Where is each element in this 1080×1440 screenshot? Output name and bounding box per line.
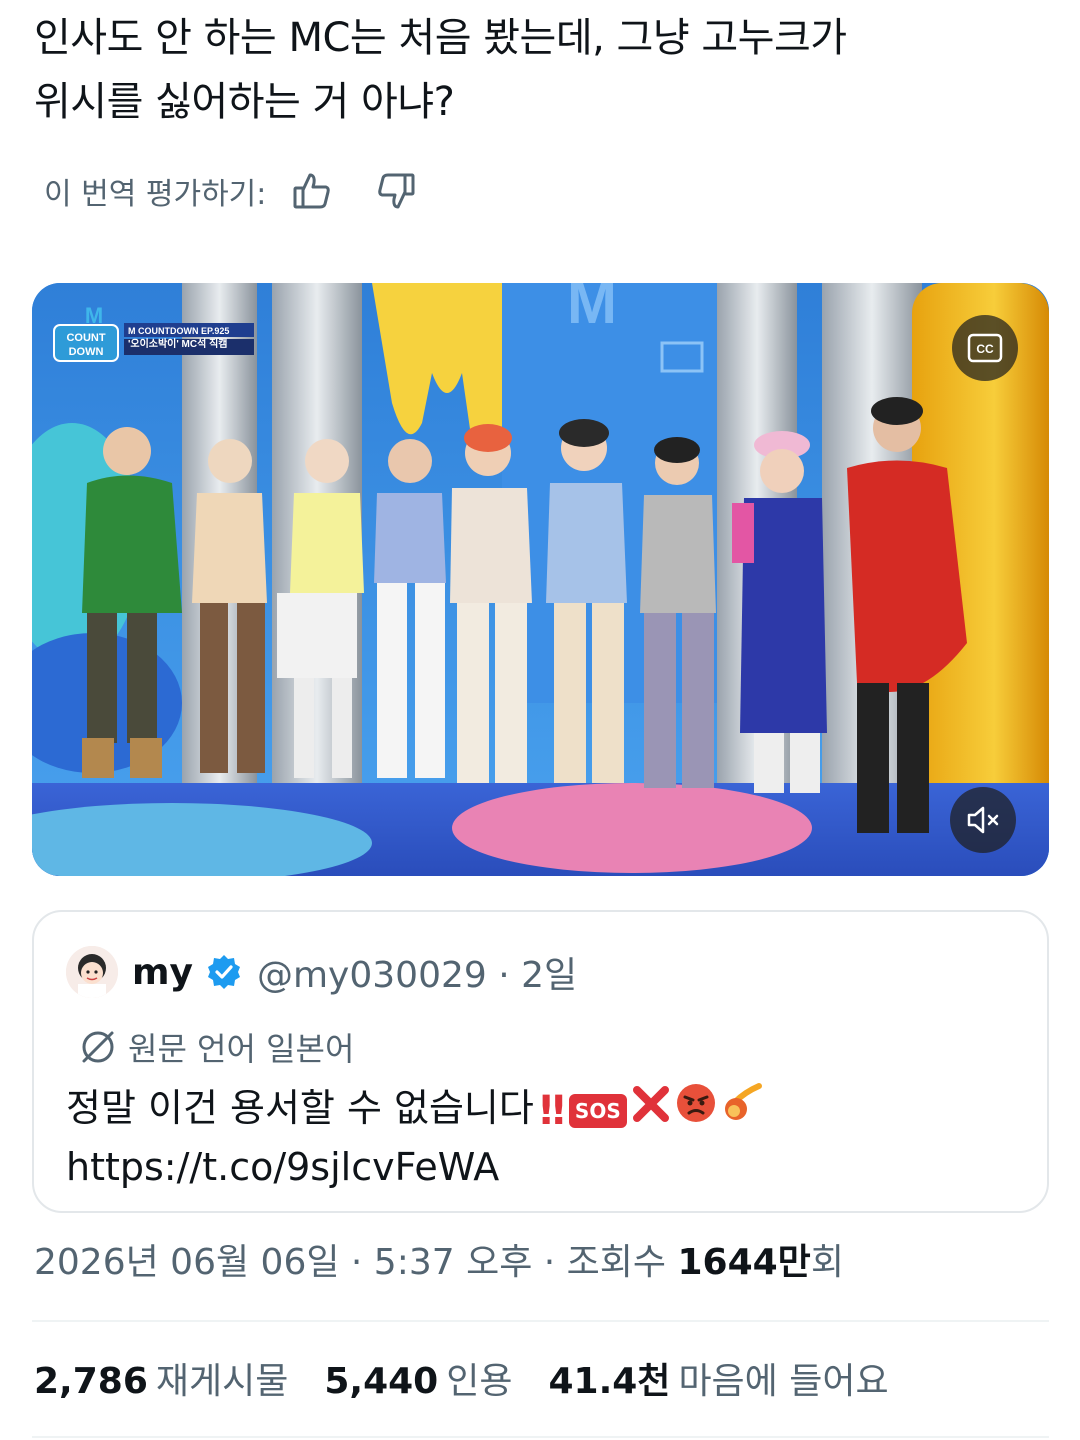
captions-button[interactable]: CC [952,315,1018,381]
quoted-handle-time: @my030029 · 2일 [256,955,578,996]
svg-text:COUNT: COUNT [66,332,105,344]
translation-rating-label: 이 번역 평가하기: [44,177,267,212]
svg-text:CC: CC [976,342,994,356]
translate-icon [78,1027,118,1067]
video-caption-line1: M COUNTDOWN EP.925 [128,326,230,336]
divider [32,1320,1049,1322]
view-count: 1644만 [677,1242,811,1283]
tweet-text-line1: 인사도 안 하는 MC는 처음 봤는데, 그냥 고누크가 [34,15,847,61]
video-player[interactable]: M COUNT DOWN M M COUNTDOWN EP.925 '오이소박이… [32,283,1049,876]
likes-count: 41.4천 [548,1361,671,1402]
svg-text:DOWN: DOWN [69,346,104,358]
reposts-count: 2,786 [34,1361,148,1402]
tweet-text-line2: 위시를 싫어하는 거 아냐? [34,79,455,125]
view-count-suffix: 회 [810,1242,844,1283]
double-exclamation-emoji: ‼ [539,1087,565,1134]
translation-note-label: 원문 언어 일본어 [128,1030,355,1068]
translation-note[interactable]: 원문 언어 일본어 [78,1024,354,1070]
quoted-tweet[interactable]: my @my030029 · 2일 원문 언어 일본어 정말 이건 용서할 수 … [32,910,1049,1213]
quotes-label: 인용 [446,1361,513,1402]
divider [32,1436,1049,1438]
angry-face-emoji [675,1082,717,1139]
translation-rating: 이 번역 평가하기: [44,166,416,216]
tweet-date-time[interactable]: 2026년 06월 06일 · 5:37 오후 · 조회수 [34,1242,677,1283]
avatar[interactable] [66,946,118,998]
verified-badge-icon [205,953,243,991]
quoted-user-name[interactable]: my [132,952,193,993]
video-caption: M COUNTDOWN EP.925 '오이소박이' MC석 직캠 [128,324,258,352]
quotes-stat[interactable]: 5,440 인용 [324,1352,512,1404]
sos-emoji: SOS [568,1093,627,1128]
quoted-body-text: 정말 이건 용서할 수 없습니다 [66,1086,534,1130]
video-frame: M COUNT DOWN M [32,283,1049,876]
mute-icon [967,806,999,834]
reposts-stat[interactable]: 2,786 재게시물 [34,1352,288,1404]
mute-button[interactable] [950,787,1016,853]
quoted-tweet-header: my @my030029 · 2일 [66,942,577,1002]
emoji-row: ‼ SOS [540,1082,763,1139]
cc-icon: CC [967,333,1003,363]
video-caption-line2: '오이소박이' MC석 직캠 [128,339,228,350]
likes-label: 마음에 들어요 [678,1361,889,1402]
comet-emoji [721,1082,763,1139]
svg-text:M: M [85,303,103,328]
cross-mark-emoji [631,1083,671,1139]
quotes-count: 5,440 [324,1361,439,1402]
tweet-text: 인사도 안 하는 MC는 처음 봤는데, 그냥 고누크가 위시를 싫어하는 거 … [34,6,1044,134]
likes-stat[interactable]: 41.4천 마음에 들어요 [548,1352,888,1404]
reposts-label: 재게시물 [155,1361,289,1402]
thumbs-up-icon[interactable] [292,171,332,211]
quoted-link[interactable]: https://t.co/9sjlcvFeWA [66,1139,1016,1195]
svg-text:M: M [567,283,617,336]
thumbs-down-icon[interactable] [376,171,416,211]
engagement-stats: 2,786 재게시물 5,440 인용 41.4천 마음에 들어요 [34,1352,925,1404]
tweet-meta: 2026년 06월 06일 · 5:37 오후 · 조회수 1644만회 [34,1233,844,1285]
quoted-tweet-body: 정말 이건 용서할 수 없습니다 ‼ SOS https://t.co/9sjl… [66,1080,1016,1195]
